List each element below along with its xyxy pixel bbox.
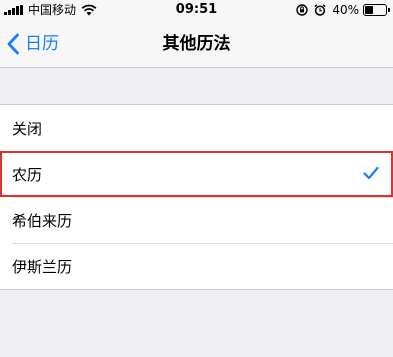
option-label: 伊斯兰历	[12, 257, 73, 276]
option-label: 农历	[12, 165, 43, 184]
option-label: 希伯来历	[12, 211, 73, 230]
page-title: 其他历法	[162, 34, 231, 54]
option-row-islamic[interactable]: 伊斯兰历	[0, 243, 393, 289]
battery-fill	[365, 6, 373, 14]
battery-icon	[363, 4, 390, 16]
status-right: 40%	[290, 3, 390, 17]
checkmark-icon	[363, 166, 379, 180]
calendar-option-list: 关闭 农历 希伯来历 伊斯兰历	[0, 104, 393, 290]
option-row-lunar[interactable]: 农历	[0, 151, 393, 197]
option-row-off[interactable]: 关闭	[0, 105, 393, 151]
option-label: 关闭	[12, 119, 43, 138]
rotation-lock-icon	[296, 4, 309, 16]
status-bar: 中国移动 09:51 40%	[0, 0, 393, 20]
battery-percent: 40%	[332, 3, 359, 17]
navigation-bar: 日历 其他历法	[0, 20, 393, 68]
battery-cap	[388, 8, 390, 12]
option-row-hebrew[interactable]: 希伯来历	[0, 197, 393, 243]
alarm-icon	[314, 4, 326, 16]
